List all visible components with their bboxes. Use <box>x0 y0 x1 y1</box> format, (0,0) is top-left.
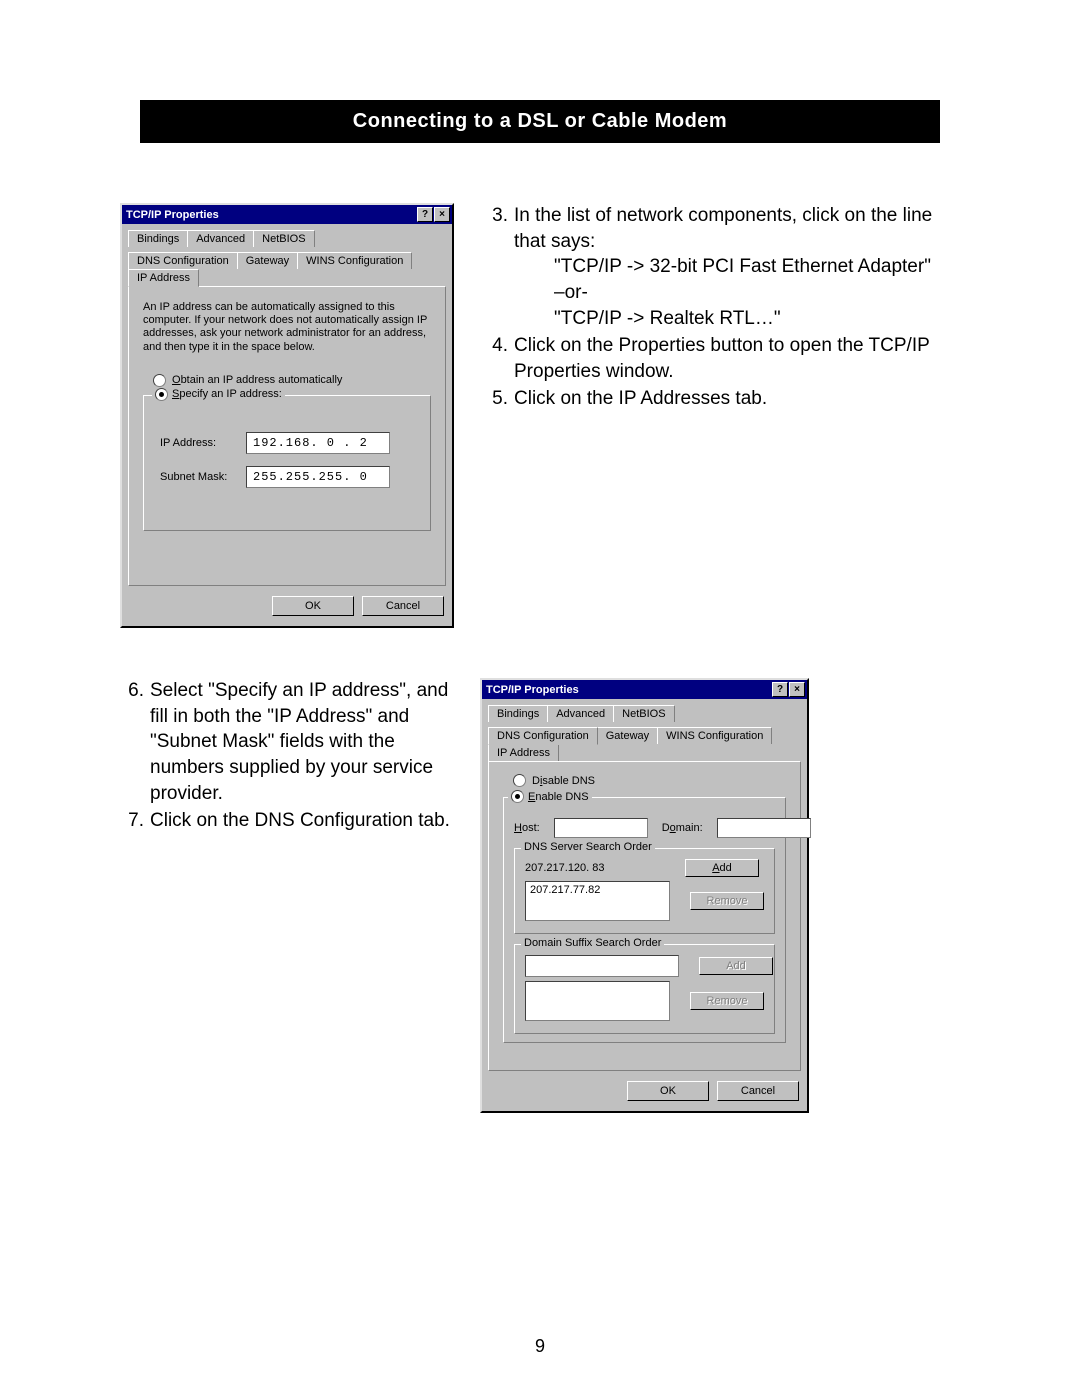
host-label: Host: <box>514 822 540 834</box>
step-4-text: Click on the Properties button to open t… <box>514 333 960 384</box>
domain-suffix-group: Domain Suffix Search Order Add Remove <box>514 944 775 1034</box>
tab-dns-config[interactable]: DNS Configuration <box>128 252 238 269</box>
dns-entry-input[interactable]: 207.217.120. 83 <box>525 862 665 874</box>
domain-suffix-label: Domain Suffix Search Order <box>521 937 664 949</box>
tab-netbios[interactable]: NetBIOS <box>253 230 314 247</box>
tcpip-properties-dialog-dns: TCP/IP Properties ? × Bindings Advanced … <box>480 678 809 1113</box>
host-input[interactable] <box>554 818 648 838</box>
step-3-text: In the list of network components, click… <box>514 203 960 331</box>
radio-icon <box>513 774 526 787</box>
page: Connecting to a DSL or Cable Modem TCP/I… <box>0 0 1080 1397</box>
tab-bindings[interactable]: Bindings <box>488 705 548 722</box>
dialog-title: TCP/IP Properties <box>486 684 771 696</box>
instructions-left: 6. Select "Specify an IP address", and f… <box>120 678 450 1113</box>
close-icon[interactable]: × <box>789 682 805 697</box>
domain-input[interactable] <box>717 818 811 838</box>
radio-disable-dns[interactable]: Disable DNS <box>513 774 786 787</box>
step-number: 4. <box>484 333 508 384</box>
ip-address-input[interactable]: 192.168. 0 . 2 <box>246 432 390 454</box>
radio-icon <box>155 388 168 401</box>
tab-advanced[interactable]: Advanced <box>547 705 614 722</box>
dns-add-row: 207.217.120. 83 Add <box>525 859 764 877</box>
tab-panel-ip: An IP address can be automatically assig… <box>128 286 446 586</box>
radio-disable-dns-label: Disable DNS <box>532 775 595 787</box>
row-2: 6. Select "Specify an IP address", and f… <box>120 678 960 1113</box>
tab-gateway[interactable]: Gateway <box>237 252 298 269</box>
subnet-mask-row: Subnet Mask: 255.255.255. 0 <box>160 466 414 488</box>
specify-ip-group: Specify an IP address: IP Address: 192.1… <box>143 395 431 531</box>
tab-ip-address[interactable]: IP Address <box>128 269 199 287</box>
host-domain-row: Host: Domain: <box>514 818 775 838</box>
domain-label: Domain: <box>662 822 703 834</box>
instructions-right: 3. In the list of network components, cl… <box>484 203 960 628</box>
step-5-text: Click on the IP Addresses tab. <box>514 386 960 412</box>
suffix-add-button[interactable]: Add <box>699 957 773 975</box>
tab-bindings[interactable]: Bindings <box>128 230 188 247</box>
suffix-list-row: Remove <box>525 981 764 1021</box>
page-number: 9 <box>0 1336 1080 1357</box>
step-number: 7. <box>120 808 144 834</box>
dns-list[interactable]: 207.217.77.82 <box>525 881 670 921</box>
tab-wins[interactable]: WINS Configuration <box>297 252 412 269</box>
tab-strip-row2: DNS Configuration Gateway WINS Configura… <box>122 246 452 286</box>
radio-specify-label: Specify an IP address: <box>172 388 282 400</box>
radio-icon <box>153 374 166 387</box>
tab-strip-row1: Bindings Advanced NetBIOS <box>122 224 452 247</box>
radio-enable-dns-label: Enable DNS <box>528 791 589 803</box>
tab-gateway[interactable]: Gateway <box>597 727 658 744</box>
dns-search-order-label: DNS Server Search Order <box>521 841 655 853</box>
dialog-ip-container: TCP/IP Properties ? × Bindings Advanced … <box>120 203 454 628</box>
instruction-list-a: 3. In the list of network components, cl… <box>484 203 960 412</box>
ok-button[interactable]: OK <box>627 1081 709 1101</box>
row-1: TCP/IP Properties ? × Bindings Advanced … <box>120 203 960 628</box>
tab-advanced[interactable]: Advanced <box>187 230 254 247</box>
dns-search-order-group: DNS Server Search Order 207.217.120. 83 … <box>514 848 775 934</box>
step-6-text: Select "Specify an IP address", and fill… <box>150 678 450 806</box>
cancel-button[interactable]: Cancel <box>362 596 444 616</box>
suffix-add-row: Add <box>525 955 764 977</box>
step-7-text: Click on the DNS Configuration tab. <box>150 808 450 834</box>
suffix-entry-input[interactable] <box>525 955 679 977</box>
cancel-button[interactable]: Cancel <box>717 1081 799 1101</box>
tab-strip-row1: Bindings Advanced NetBIOS <box>482 699 807 722</box>
tab-strip-row2: DNS Configuration Gateway WINS Configura… <box>482 721 807 761</box>
help-icon[interactable]: ? <box>417 207 433 222</box>
tab-netbios[interactable]: NetBIOS <box>613 705 674 722</box>
suffix-list[interactable] <box>525 981 670 1021</box>
tab-wins[interactable]: WINS Configuration <box>657 727 772 744</box>
tab-panel-dns: Disable DNS Enable DNS Host: Domain: <box>488 761 801 1071</box>
step-number: 6. <box>120 678 144 806</box>
dns-list-row: 207.217.77.82 Remove <box>525 881 764 921</box>
close-icon[interactable]: × <box>434 207 450 222</box>
radio-icon <box>511 790 524 803</box>
dialog-dns-container: TCP/IP Properties ? × Bindings Advanced … <box>480 678 809 1113</box>
subnet-mask-input[interactable]: 255.255.255. 0 <box>246 466 390 488</box>
ip-address-row: IP Address: 192.168. 0 . 2 <box>160 432 414 454</box>
enable-dns-group: Enable DNS Host: Domain: DNS Server Sear… <box>503 797 786 1043</box>
tab-ip-address[interactable]: IP Address <box>488 744 559 761</box>
radio-obtain-auto-label: Obtain an IP address automatically <box>172 374 342 386</box>
ip-address-label: IP Address: <box>160 437 246 449</box>
dialog-buttons: OK Cancel <box>122 592 452 626</box>
step-number: 3. <box>484 203 508 331</box>
subnet-mask-label: Subnet Mask: <box>160 471 246 483</box>
help-icon[interactable]: ? <box>772 682 788 697</box>
radio-obtain-auto[interactable]: Obtain an IP address automatically <box>153 374 431 387</box>
titlebar: TCP/IP Properties ? × <box>482 680 807 699</box>
radio-enable-dns[interactable]: Enable DNS <box>508 790 592 803</box>
dns-add-button[interactable]: Add <box>685 859 759 877</box>
titlebar: TCP/IP Properties ? × <box>122 205 452 224</box>
ip-description: An IP address can be automatically assig… <box>143 301 431 354</box>
page-header: Connecting to a DSL or Cable Modem <box>140 100 940 143</box>
tcpip-properties-dialog-ip: TCP/IP Properties ? × Bindings Advanced … <box>120 203 454 628</box>
suffix-remove-button[interactable]: Remove <box>690 992 764 1010</box>
instruction-list-b: 6. Select "Specify an IP address", and f… <box>120 678 450 834</box>
dialog-title: TCP/IP Properties <box>126 209 416 221</box>
dialog-buttons: OK Cancel <box>482 1077 807 1111</box>
ok-button[interactable]: OK <box>272 596 354 616</box>
step-number: 5. <box>484 386 508 412</box>
radio-specify-ip[interactable]: Specify an IP address: <box>152 388 285 401</box>
tab-dns-config[interactable]: DNS Configuration <box>488 727 598 745</box>
dns-remove-button[interactable]: Remove <box>690 892 764 910</box>
